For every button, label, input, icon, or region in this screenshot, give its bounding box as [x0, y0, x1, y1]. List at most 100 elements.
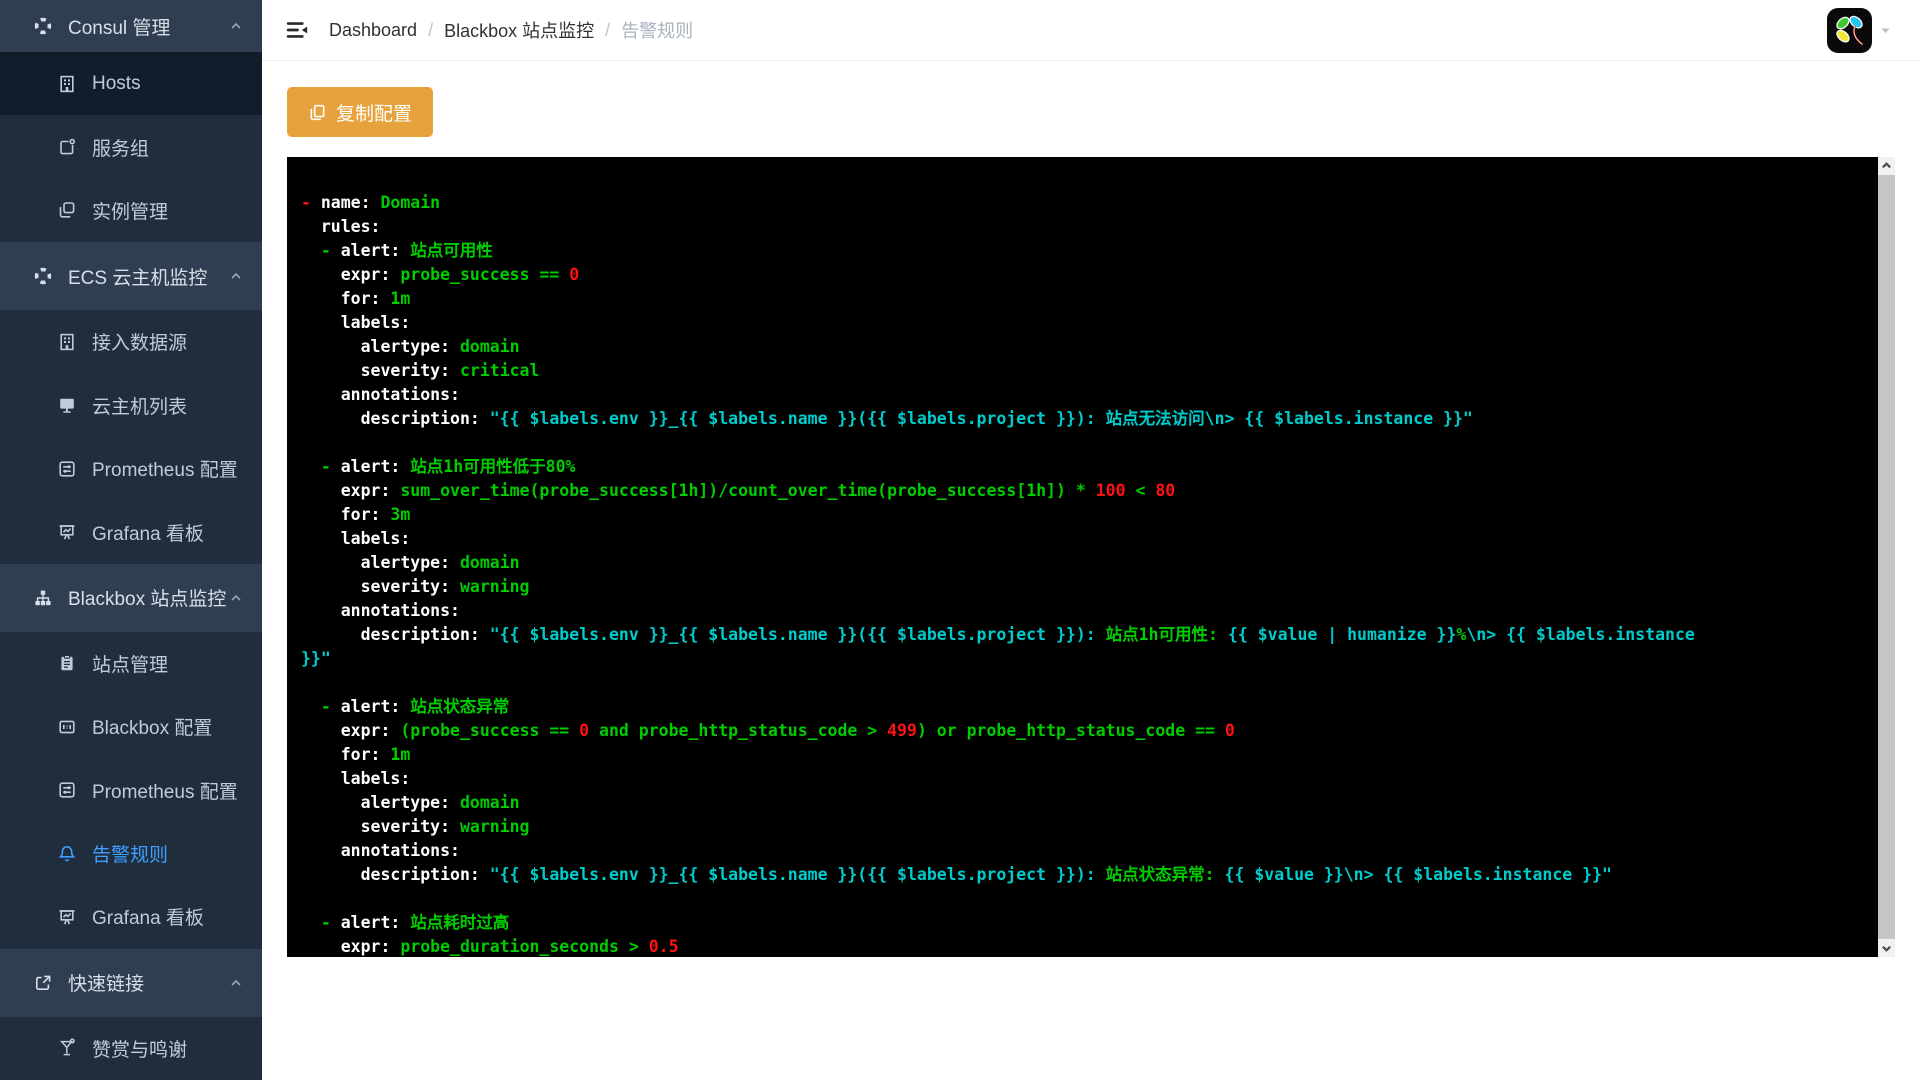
sidebar-item-label: Prometheus 配置 [92, 460, 238, 482]
sidebar-section-blackbox[interactable]: Blackbox 站点监控 [0, 563, 262, 632]
copy-config-label: 复制配置 [336, 103, 413, 125]
alert-rules-config-panel: - name: Domain rules: - alert: 站点可用性 exp… [287, 157, 1895, 957]
code-line: description: "{{ $labels.env }}_{{ $labe… [301, 409, 1473, 428]
code-line: for: 1m [301, 289, 411, 308]
code-line: severity: warning [301, 577, 530, 596]
copy-icon [310, 104, 325, 120]
code-line: description: "{{ $labels.env }}_{{ $labe… [301, 625, 1695, 644]
sidebar-item-hosts[interactable]: Hosts [0, 52, 262, 116]
building-icon [57, 74, 77, 94]
breadcrumb: Dashboard / Blackbox 站点监控 / 告警规则 [329, 17, 693, 43]
chevron-up-icon [228, 590, 244, 606]
sidebar-item-instance-management[interactable]: 实例管理 [0, 179, 262, 242]
code-line: - alert: 站点1h可用性低于80% [320, 457, 576, 476]
sliders-icon [57, 459, 77, 479]
code-line: - name: Domain [301, 193, 441, 212]
code-line: }}" [301, 649, 331, 668]
sidebar-item-grafana-board-blackbox[interactable]: Grafana 看板 [0, 885, 262, 948]
lifebuoy-icon [33, 266, 53, 286]
sidebar-item-alert-rules[interactable]: 告警规则 [0, 822, 262, 885]
chevron-up-icon [228, 18, 244, 34]
copy-icon [57, 200, 77, 220]
code-line: expr: sum_over_time(probe_success[1h])/c… [301, 481, 1176, 500]
scroll-down-icon[interactable] [1878, 940, 1895, 957]
external-link-icon [33, 973, 53, 993]
scrollbar-thumb[interactable] [1878, 175, 1895, 939]
user-menu[interactable] [1827, 8, 1892, 53]
sidebar-item-label: 云主机列表 [92, 396, 188, 418]
hamburger-icon[interactable] [285, 18, 309, 42]
code-line: - alert: 站点可用性 [320, 241, 493, 260]
monitor-icon [57, 395, 77, 415]
sidebar-item-label: Consul 管理 [68, 17, 171, 39]
config-code-block[interactable]: - name: Domain rules: - alert: 站点可用性 exp… [287, 157, 1878, 957]
code-line: labels: [301, 769, 411, 788]
sidebar-item-host-list[interactable]: 云主机列表 [0, 374, 262, 437]
cocktail-icon [57, 1038, 77, 1058]
sidebar-item-donate-thanks[interactable]: 赞赏与鸣谢 [0, 1017, 262, 1080]
sidebar-item-label: Blackbox 配置 [92, 718, 213, 740]
sidebar-item-prometheus-config-blackbox[interactable]: Prometheus 配置 [0, 759, 262, 822]
code-line: labels: [301, 529, 411, 548]
building-icon [57, 332, 77, 352]
breadcrumb-separator: / [605, 19, 611, 40]
code-line: alertype: domain [301, 553, 520, 572]
top-header: Dashboard / Blackbox 站点监控 / 告警规则 [262, 0, 1920, 61]
tag-icon [57, 137, 77, 157]
sidebar-item-blackbox-config[interactable]: Blackbox 配置 [0, 695, 262, 758]
scrollbar[interactable] [1878, 157, 1895, 957]
sidebar-item-prometheus-config-ecs[interactable]: Prometheus 配置 [0, 437, 262, 500]
breadcrumb-item[interactable]: Blackbox 站点监控 [444, 17, 594, 43]
blackbox-config-icon [57, 717, 77, 737]
sidebar-item-site-management[interactable]: 站点管理 [0, 632, 262, 695]
sliders-icon [57, 780, 77, 800]
sidebar-item-label: 接入数据源 [92, 333, 188, 355]
sitemap-icon [33, 588, 53, 608]
breadcrumb-item: 告警规则 [621, 21, 694, 41]
code-line: labels: [301, 313, 411, 332]
sidebar-item-label: 站点管理 [92, 654, 169, 676]
page-content: 复制配置 - name: Domain rules: - alert: 站点可用… [262, 61, 1920, 983]
clipboard-icon [57, 653, 77, 673]
code-line: expr: (probe_success == 0 and probe_http… [301, 721, 1235, 740]
code-line: for: 1m [301, 745, 411, 764]
code-line: annotations: [301, 841, 460, 860]
code-line: expr: probe_duration_seconds > 0.5 [301, 937, 679, 956]
avatar [1827, 8, 1872, 53]
sidebar-item-label: Prometheus 配置 [92, 781, 238, 803]
sidebar-section-quick-links[interactable]: 快速链接 [0, 948, 262, 1017]
code-line: annotations: [301, 601, 460, 620]
sidebar-item-label: 服务组 [92, 138, 150, 160]
lifebuoy-icon [33, 16, 53, 36]
sidebar-item-label: 赞赏与鸣谢 [92, 1039, 188, 1061]
board-chart-icon [57, 907, 77, 927]
sidebar-item-label: Grafana 看板 [92, 908, 204, 930]
code-line: severity: critical [301, 361, 540, 380]
code-line: description: "{{ $labels.env }}_{{ $labe… [301, 865, 1612, 884]
code-line: rules: [301, 217, 381, 236]
sidebar-item-label: ECS 云主机监控 [68, 267, 208, 289]
sidebar-item-label: 实例管理 [92, 201, 169, 223]
breadcrumb-separator: / [428, 19, 434, 40]
caret-down-icon [1879, 24, 1892, 37]
sidebar-section-consul[interactable]: Consul 管理 [0, 0, 262, 52]
code-line: alertype: domain [301, 793, 520, 812]
scroll-up-icon[interactable] [1878, 157, 1895, 174]
sidebar: Consul 管理 Hosts 服务组实例管理 ECS 云主机监控 接入数据源云主机列表… [0, 0, 262, 1080]
sidebar-item-label: Hosts [92, 72, 141, 94]
sidebar-item-grafana-board-ecs[interactable]: Grafana 看板 [0, 500, 262, 563]
sidebar-item-datasource-access[interactable]: 接入数据源 [0, 310, 262, 373]
sidebar-item-label: Blackbox 站点监控 [68, 589, 227, 611]
code-line: annotations: [301, 385, 460, 404]
sidebar-item-service-groups[interactable]: 服务组 [0, 115, 262, 178]
breadcrumb-item[interactable]: Dashboard [329, 20, 417, 41]
copy-config-button[interactable]: 复制配置 [287, 87, 434, 137]
code-line: expr: probe_success == 0 [301, 265, 580, 284]
code-line: - alert: 站点耗时过高 [320, 913, 510, 932]
sidebar-item-label: 快速链接 [68, 974, 145, 996]
board-chart-icon [57, 522, 77, 542]
code-line: - alert: 站点状态异常 [320, 697, 510, 716]
chevron-up-icon [228, 268, 244, 284]
sidebar-section-ecs[interactable]: ECS 云主机监控 [0, 242, 262, 311]
